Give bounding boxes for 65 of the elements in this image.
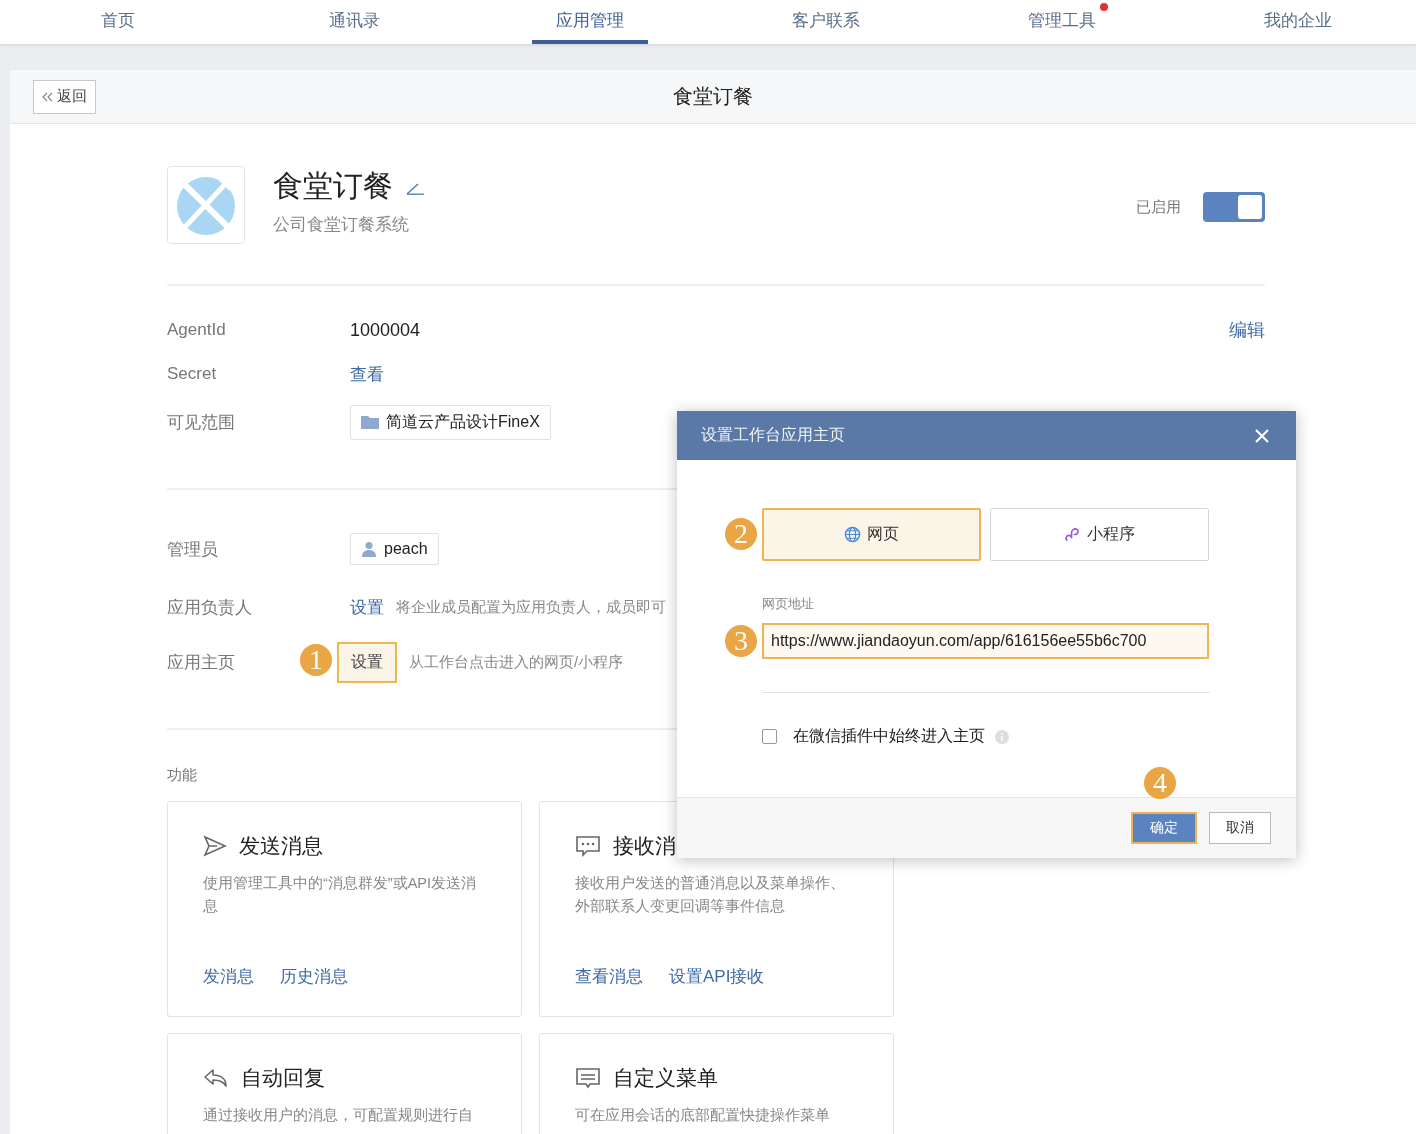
type-option[interactable]: 小程序 xyxy=(990,508,1209,561)
double-chevron-icon xyxy=(42,91,53,102)
field-label: 应用主页 xyxy=(167,652,235,672)
step-marker: 2 xyxy=(725,518,757,550)
card-link[interactable]: 历史消息 xyxy=(280,965,348,988)
url-input[interactable]: https://www.jiandaoyun.com/app/616156ee55b6c700 xyxy=(762,623,1209,659)
app-description: 公司食堂订餐系统 xyxy=(273,214,410,236)
back-button[interactable]: 返回 xyxy=(33,79,96,114)
card-title: 自动回复 xyxy=(241,1065,325,1091)
app-icon xyxy=(167,166,245,244)
person-icon xyxy=(361,541,377,557)
card-title: 自定义菜单 xyxy=(613,1065,718,1091)
type-option[interactable]: 网页 xyxy=(762,508,981,561)
info-icon xyxy=(995,729,1009,744)
menu-card-icon xyxy=(575,1067,601,1089)
step-marker: 1 xyxy=(300,643,332,676)
step-marker: 4 xyxy=(1144,767,1176,799)
nav-tab[interactable]: 客户联系 xyxy=(768,0,884,44)
set-button[interactable]: 设置 xyxy=(337,641,397,683)
nav-tab[interactable]: 首页 xyxy=(77,0,159,44)
close-icon[interactable] xyxy=(1254,427,1270,444)
card-description: 通过接收用户的消息，可配置规则进行自 xyxy=(203,1106,474,1125)
hint-text: 从工作台点击进入的网页/小程序 xyxy=(409,652,624,672)
field-label: 网页地址 xyxy=(762,595,815,613)
hint-text: 将企业成员配置为应用负责人，成员即可 xyxy=(396,597,666,617)
nav-tab[interactable]: 我的企业 xyxy=(1240,0,1356,44)
chat-bubble-icon xyxy=(575,835,601,857)
field-label: Secret xyxy=(167,364,218,384)
field-label: AgentId xyxy=(167,320,227,340)
checkbox-label: 在微信插件中始终进入主页 xyxy=(793,726,985,746)
dialog-title: 设置工作台应用主页 xyxy=(701,425,845,445)
page-title: 食堂订餐 xyxy=(673,84,753,109)
card-description: 使用管理工具中的“消息群发”或API发送消息 xyxy=(203,874,477,916)
field-label: 管理员 xyxy=(167,539,218,559)
folder-icon xyxy=(361,415,379,429)
card-link[interactable]: 设置API接收 xyxy=(669,965,765,988)
nav-tab[interactable]: 通讯录 xyxy=(304,0,404,44)
checkbox[interactable] xyxy=(762,729,777,744)
step-marker: 3 xyxy=(725,625,757,657)
card-link[interactable]: 查看消息 xyxy=(575,965,643,988)
status-label: 已启用 xyxy=(1136,198,1181,217)
edit-link[interactable]: 编辑 xyxy=(1229,318,1265,342)
cancel-button[interactable]: 取消 xyxy=(1209,812,1271,844)
department-tag: 简道云产品设计FineX xyxy=(350,404,551,440)
enable-toggle[interactable] xyxy=(1203,192,1265,222)
section-title: 功能 xyxy=(167,766,197,785)
card-title: 接收消 xyxy=(613,833,676,859)
nav-tab[interactable]: 管理工具 xyxy=(1004,0,1120,44)
card-link[interactable]: 发消息 xyxy=(203,965,254,988)
card-title: 发送消息 xyxy=(239,833,323,859)
confirm-button[interactable]: 确定 xyxy=(1131,812,1197,844)
nav-tab[interactable]: 应用管理 xyxy=(532,0,648,44)
globe-icon xyxy=(844,526,861,543)
field-label: 可见范围 xyxy=(167,411,236,434)
set-link[interactable]: 设置 xyxy=(350,595,384,619)
agent-id-value: 1000004 xyxy=(350,319,421,341)
view-link[interactable]: 查看 xyxy=(350,362,384,386)
reply-arrow-icon xyxy=(203,1067,229,1089)
app-name: 食堂订餐 xyxy=(273,168,393,204)
user-tag: peach xyxy=(350,533,439,565)
field-label: 应用负责人 xyxy=(167,597,252,617)
card-description: 可在应用会话的底部配置快捷操作菜单 xyxy=(575,1106,831,1125)
link-icon xyxy=(1064,526,1081,543)
paper-plane-icon xyxy=(203,835,227,857)
card-description: 接收用户发送的普通消息以及菜单操作、外部联系人变更回调等事件信息 xyxy=(575,874,846,916)
